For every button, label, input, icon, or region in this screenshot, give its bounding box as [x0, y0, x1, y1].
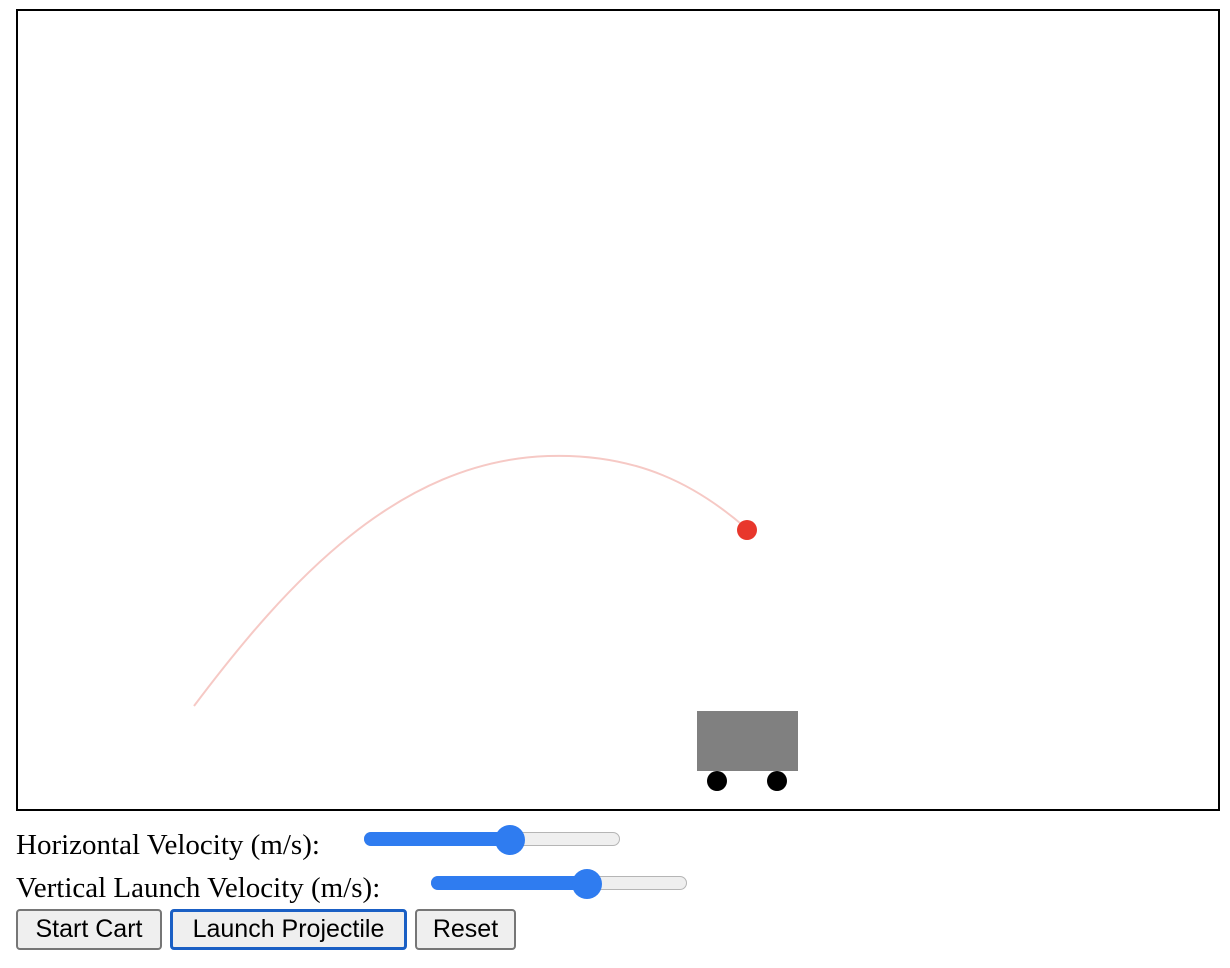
start-cart-button[interactable]: Start Cart [16, 909, 162, 950]
horizontal-velocity-label: Horizontal Velocity (m/s): [16, 829, 320, 861]
launch-projectile-button[interactable]: Launch Projectile [170, 909, 407, 950]
slider-thumb[interactable] [495, 825, 525, 855]
slider-fill [431, 876, 587, 890]
simulation-canvas [16, 9, 1220, 811]
projectile-trajectory [193, 454, 748, 707]
vertical-velocity-slider[interactable] [431, 869, 687, 899]
cart-wheel-left [707, 771, 727, 791]
projectile [737, 520, 757, 540]
slider-thumb[interactable] [572, 869, 602, 899]
cart-body [697, 711, 798, 771]
slider-fill [364, 832, 510, 846]
vertical-velocity-row: Vertical Launch Velocity (m/s): [16, 871, 380, 905]
cart-wheel-right [767, 771, 787, 791]
reset-button[interactable]: Reset [415, 909, 516, 950]
horizontal-velocity-row: Horizontal Velocity (m/s): [16, 828, 320, 862]
cart [697, 711, 798, 791]
vertical-velocity-label: Vertical Launch Velocity (m/s): [16, 872, 381, 904]
horizontal-velocity-slider[interactable] [364, 825, 620, 855]
